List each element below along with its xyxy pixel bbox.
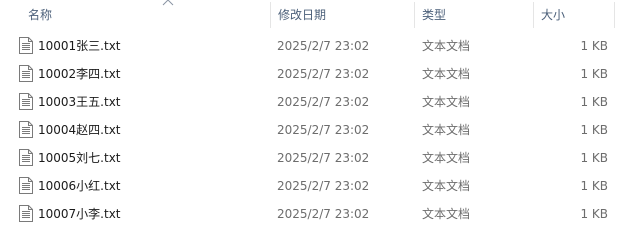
text-file-icon [19, 93, 33, 110]
file-size: 1 KB [580, 179, 608, 193]
file-modified-date: 2025/2/7 23:02 [277, 123, 370, 137]
file-row[interactable]: 10006小红.txt 2025/2/7 23:02 文本文档 1 KB [0, 172, 631, 200]
text-file-icon [19, 37, 33, 54]
file-type: 文本文档 [422, 95, 471, 109]
column-header-name-label: 名称 [28, 8, 53, 22]
text-file-icon [19, 177, 33, 194]
column-divider[interactable] [614, 2, 615, 28]
text-file-icon [19, 205, 33, 222]
column-header-date-label: 修改日期 [278, 8, 327, 22]
file-size: 1 KB [580, 207, 608, 221]
file-name[interactable]: 10004赵四.txt [38, 116, 121, 144]
file-type: 文本文档 [422, 151, 471, 165]
file-modified-date: 2025/2/7 23:02 [277, 95, 370, 109]
file-size: 1 KB [580, 39, 608, 53]
file-row[interactable]: 10007小李.txt 2025/2/7 23:02 文本文档 1 KB [0, 200, 631, 228]
column-header-bar: 名称 修改日期 类型 大小 [0, 0, 631, 31]
file-size: 1 KB [580, 123, 608, 137]
file-size: 1 KB [580, 151, 608, 165]
column-header-size-label: 大小 [541, 8, 566, 22]
text-file-icon [19, 149, 33, 166]
column-header-type-label: 类型 [422, 8, 447, 22]
column-header-name[interactable]: 名称 [21, 0, 270, 30]
file-modified-date: 2025/2/7 23:02 [277, 207, 370, 221]
file-name[interactable]: 10001张三.txt [38, 32, 121, 60]
column-header-size[interactable]: 大小 [534, 0, 614, 30]
column-header-date[interactable]: 修改日期 [271, 0, 414, 30]
file-rows: 10001张三.txt 2025/2/7 23:02 文本文档 1 KB 100… [0, 32, 631, 228]
file-type: 文本文档 [422, 123, 471, 137]
file-list-view: 名称 修改日期 类型 大小 10001张三.txt 2025/2/7 23:02… [0, 0, 631, 248]
file-row[interactable]: 10005刘七.txt 2025/2/7 23:02 文本文档 1 KB [0, 144, 631, 172]
file-name[interactable]: 10002李四.txt [38, 60, 121, 88]
file-name[interactable]: 10006小红.txt [38, 172, 121, 200]
sort-ascending-icon [162, 0, 174, 6]
column-header-type[interactable]: 类型 [415, 0, 533, 30]
file-type: 文本文档 [422, 67, 471, 81]
file-row[interactable]: 10003王五.txt 2025/2/7 23:02 文本文档 1 KB [0, 88, 631, 116]
file-type: 文本文档 [422, 39, 471, 53]
file-modified-date: 2025/2/7 23:02 [277, 179, 370, 193]
file-name[interactable]: 10005刘七.txt [38, 144, 121, 172]
file-type: 文本文档 [422, 179, 471, 193]
file-row[interactable]: 10004赵四.txt 2025/2/7 23:02 文本文档 1 KB [0, 116, 631, 144]
file-name[interactable]: 10003王五.txt [38, 88, 121, 116]
file-modified-date: 2025/2/7 23:02 [277, 67, 370, 81]
file-name[interactable]: 10007小李.txt [38, 200, 121, 228]
file-row[interactable]: 10002李四.txt 2025/2/7 23:02 文本文档 1 KB [0, 60, 631, 88]
file-size: 1 KB [580, 95, 608, 109]
file-row[interactable]: 10001张三.txt 2025/2/7 23:02 文本文档 1 KB [0, 32, 631, 60]
file-modified-date: 2025/2/7 23:02 [277, 151, 370, 165]
file-modified-date: 2025/2/7 23:02 [277, 39, 370, 53]
file-size: 1 KB [580, 67, 608, 81]
file-type: 文本文档 [422, 207, 471, 221]
text-file-icon [19, 121, 33, 138]
text-file-icon [19, 65, 33, 82]
